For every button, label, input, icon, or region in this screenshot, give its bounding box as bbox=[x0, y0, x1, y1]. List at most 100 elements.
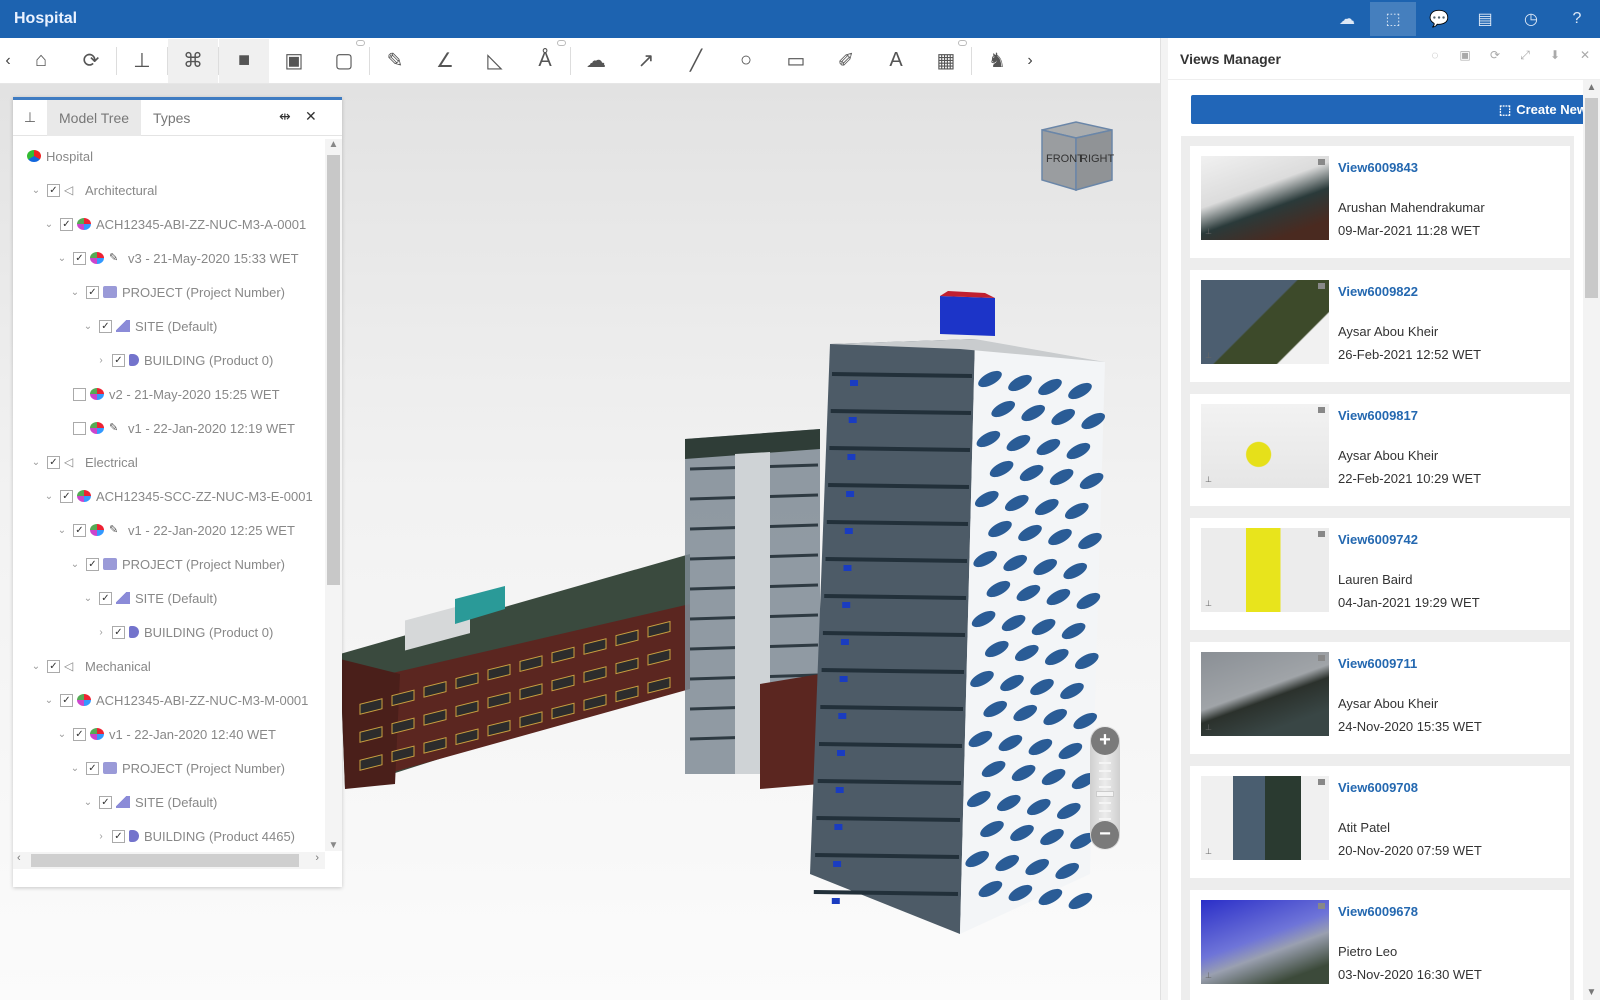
model-tree-button[interactable]: ⊥ bbox=[117, 39, 167, 83]
tree-node[interactable]: ⌄ ✓ ✎ v3 - 21-May-2020 15:33 WET bbox=[13, 241, 323, 275]
scroll-down-icon[interactable]: ▼ bbox=[325, 840, 342, 851]
tree-node[interactable]: v2 - 21-May-2020 15:25 WET bbox=[13, 377, 323, 411]
view-name-link[interactable]: View6009843 bbox=[1338, 160, 1485, 200]
tree-horizontal-scrollbar[interactable]: ‹ › bbox=[13, 852, 325, 869]
view-card[interactable]: ⊥ View6009843 Arushan Mahendrakumar 09-Mar-… bbox=[1190, 146, 1570, 258]
views-manager-icon[interactable]: ⬚ bbox=[1370, 2, 1416, 36]
view-menu-icon[interactable] bbox=[1318, 407, 1325, 413]
line-markup-button[interactable]: ╱ bbox=[671, 39, 721, 83]
view-thumbnail[interactable]: ⊥ bbox=[1201, 652, 1329, 736]
scroll-up-icon[interactable]: ▲ bbox=[325, 139, 342, 150]
tree-node[interactable]: ⌄ ✓ PROJECT (Project Number) bbox=[13, 547, 323, 581]
view-name-link[interactable]: View6009711 bbox=[1338, 656, 1482, 696]
isolate-button[interactable]: ⌘ bbox=[168, 38, 218, 83]
wireframe-button[interactable]: ▢ bbox=[319, 39, 369, 83]
tree-node[interactable]: ⌄ ✓ ACH12345-ABI-ZZ-NUC-M3-M-0001 bbox=[13, 683, 323, 717]
pin-panel-icon[interactable]: ⬇ bbox=[1544, 48, 1566, 63]
chevron-down-icon[interactable]: ⌄ bbox=[55, 729, 69, 740]
close-panel-icon[interactable]: ✕ bbox=[305, 108, 317, 125]
views-scroll-up-icon[interactable]: ▲ bbox=[1583, 82, 1600, 93]
tree-node[interactable]: › ✓ BUILDING (Product 0) bbox=[13, 343, 323, 377]
tree-checkbox[interactable] bbox=[73, 421, 86, 435]
tree-node[interactable]: ✎ v1 - 22-Jan-2020 12:19 WET bbox=[13, 411, 323, 445]
shaded-render-button[interactable]: ▣ bbox=[269, 39, 319, 83]
tree-checkbox[interactable]: ✓ bbox=[73, 523, 86, 537]
tree-checkbox[interactable]: ✓ bbox=[86, 557, 99, 571]
view-card[interactable]: ⊥ View6009708 Atit Patel 20-Nov-2020 07:59 … bbox=[1190, 766, 1570, 878]
chevron-down-icon[interactable]: ⌄ bbox=[42, 219, 56, 230]
help-icon[interactable]: ? bbox=[1554, 2, 1600, 36]
more-options-icon[interactable] bbox=[557, 39, 566, 46]
scroll-left-icon[interactable]: ‹ bbox=[17, 852, 21, 864]
panel-splitter[interactable] bbox=[1160, 38, 1168, 1000]
refresh-button[interactable]: ⟳ bbox=[66, 39, 116, 83]
views-scrollbar[interactable]: ▲ ▼ bbox=[1583, 80, 1600, 1000]
chevron-down-icon[interactable]: ⌄ bbox=[81, 797, 95, 808]
chevron-down-icon[interactable]: ⌄ bbox=[42, 491, 56, 502]
view-card[interactable]: ⊥ View6009817 Aysar Abou Kheir 22-Feb-2021 … bbox=[1190, 394, 1570, 506]
tree-checkbox[interactable]: ✓ bbox=[99, 591, 112, 605]
home-button[interactable]: ⌂ bbox=[16, 39, 66, 83]
view-card[interactable]: ⊥ View6009711 Aysar Abou Kheir 24-Nov-2020 … bbox=[1190, 642, 1570, 754]
view-name-link[interactable]: View6009822 bbox=[1338, 284, 1481, 324]
tree-checkbox[interactable]: ✓ bbox=[60, 489, 73, 503]
clock-icon[interactable]: ◷ bbox=[1508, 2, 1554, 36]
tab-types[interactable]: Types bbox=[141, 100, 202, 136]
tree-checkbox[interactable]: ✓ bbox=[99, 319, 112, 333]
tree-node[interactable]: ⌄ ✓ ◁ Mechanical bbox=[13, 649, 323, 683]
compass-button[interactable]: Å bbox=[520, 39, 570, 83]
chevron-down-icon[interactable]: ⌄ bbox=[68, 287, 82, 298]
chevron-down-icon[interactable]: ⌄ bbox=[55, 525, 69, 536]
text-markup-button[interactable]: A bbox=[871, 39, 921, 83]
cloud-markup-button[interactable]: ☁ bbox=[571, 39, 621, 83]
zoom-out-button[interactable]: − bbox=[1091, 821, 1119, 849]
chevron-down-icon[interactable]: ⌄ bbox=[81, 321, 95, 332]
tree-node[interactable]: ⌄ ✓ ACH12345-ABI-ZZ-NUC-M3-A-0001 bbox=[13, 207, 323, 241]
view-name-link[interactable]: View6009678 bbox=[1338, 904, 1482, 944]
solid-render-button[interactable]: ■ bbox=[219, 38, 269, 83]
chevron-down-icon[interactable]: ⌄ bbox=[68, 763, 82, 774]
view-name-link[interactable]: View6009708 bbox=[1338, 780, 1482, 820]
view-card[interactable]: ⊥ View6009822 Aysar Abou Kheir 26-Feb-2021 … bbox=[1190, 270, 1570, 382]
tree-node[interactable]: ⌄ ✓ PROJECT (Project Number) bbox=[13, 751, 323, 785]
tree-checkbox[interactable]: ✓ bbox=[112, 625, 125, 639]
zoom-in-button[interactable]: + bbox=[1091, 727, 1119, 755]
views-scroll-down-icon[interactable]: ▼ bbox=[1583, 987, 1600, 998]
tree-hscroll-thumb[interactable] bbox=[31, 854, 299, 867]
view-thumbnail[interactable]: ⊥ bbox=[1201, 528, 1329, 612]
tree-node[interactable]: ⌄ ✓ ◁ Electrical bbox=[13, 445, 323, 479]
view-menu-icon[interactable] bbox=[1318, 159, 1325, 165]
tree-node[interactable]: Hospital bbox=[13, 139, 323, 173]
chevron-down-icon[interactable]: ⌄ bbox=[29, 457, 43, 468]
tree-checkbox[interactable]: ✓ bbox=[112, 353, 125, 367]
tree-node[interactable]: ⌄ ✓ ACH12345-SCC-ZZ-NUC-M3-E-0001 bbox=[13, 479, 323, 513]
share-icon[interactable]: ☁ bbox=[1324, 2, 1370, 36]
tree-checkbox[interactable]: ✓ bbox=[47, 455, 60, 469]
save-icon[interactable]: ▤ bbox=[1462, 2, 1508, 36]
measure-area-button[interactable]: ◺ bbox=[470, 39, 520, 83]
rectangle-markup-button[interactable]: ▭ bbox=[771, 39, 821, 83]
view-options-icon[interactable]: ◌ bbox=[1424, 48, 1446, 63]
tree-vertical-scrollbar[interactable]: ▲ ▼ bbox=[325, 139, 342, 851]
copy-view-icon[interactable]: ▣ bbox=[1454, 48, 1476, 63]
refresh-views-icon[interactable]: ⟳ bbox=[1484, 48, 1506, 63]
view-thumbnail[interactable]: ⊥ bbox=[1201, 900, 1329, 984]
circle-markup-button[interactable]: ○ bbox=[721, 39, 771, 83]
tab-model-tree[interactable]: Model Tree bbox=[47, 99, 142, 136]
chevron-down-icon[interactable]: ⌄ bbox=[29, 661, 43, 672]
pin-panel-icon[interactable]: ⇹ bbox=[279, 108, 291, 125]
tree-node[interactable]: ⌄ ✓ SITE (Default) bbox=[13, 581, 323, 615]
tree-checkbox[interactable]: ✓ bbox=[73, 251, 86, 265]
measure-angle-button[interactable]: ∠ bbox=[420, 39, 470, 83]
tree-checkbox[interactable]: ✓ bbox=[86, 285, 99, 299]
toolbar-scroll-left-button[interactable]: ‹ bbox=[0, 52, 16, 70]
view-menu-icon[interactable] bbox=[1318, 283, 1325, 289]
close-panel-icon[interactable]: ✕ bbox=[1574, 48, 1596, 63]
chevron-down-icon[interactable]: ⌄ bbox=[42, 695, 56, 706]
tree-node[interactable]: ⌄ ✓ SITE (Default) bbox=[13, 785, 323, 819]
tree-node[interactable]: ⌄ ✓ ◁ Architectural bbox=[13, 173, 323, 207]
tree-checkbox[interactable]: ✓ bbox=[60, 693, 73, 707]
zoom-slider-handle[interactable] bbox=[1096, 791, 1114, 797]
pen-markup-button[interactable]: ✐ bbox=[821, 39, 871, 83]
tree-vscroll-thumb[interactable] bbox=[327, 155, 340, 585]
